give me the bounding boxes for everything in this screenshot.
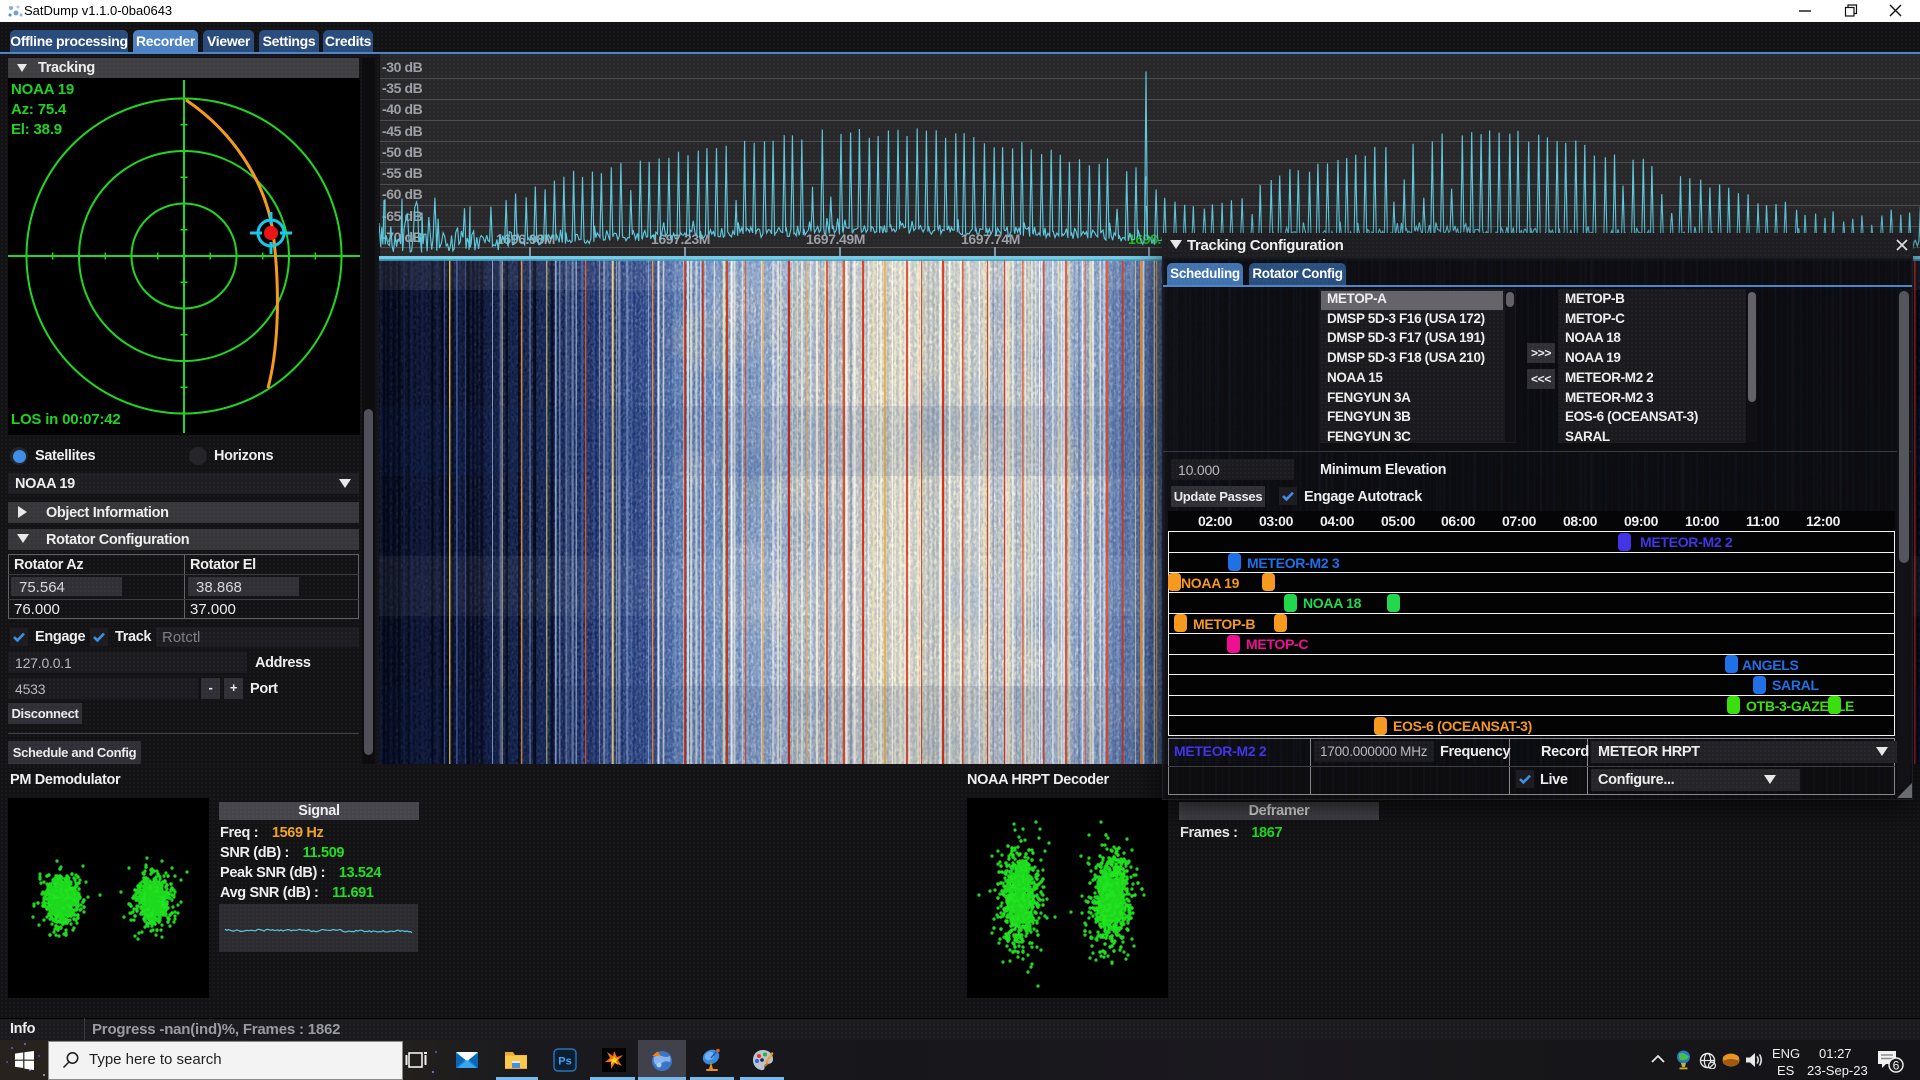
svg-text:6: 6 [1893,1059,1900,1073]
svg-text:Ps: Ps [558,1056,571,1068]
